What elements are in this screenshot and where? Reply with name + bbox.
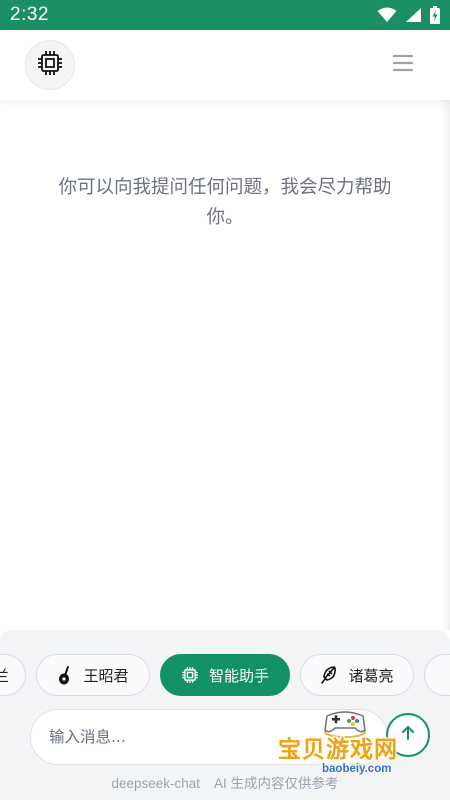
message-input[interactable]	[49, 728, 329, 746]
footer-note: deepseek-chat AI 生成内容仅供参考	[0, 772, 450, 792]
welcome-message: 你可以向我提问任何问题，我会尽力帮助你。	[58, 177, 392, 228]
ai-disclaimer: AI 生成内容仅供参考	[214, 776, 339, 791]
edge-shadow	[440, 100, 450, 630]
status-icons	[377, 6, 440, 24]
battery-charging-icon	[430, 6, 440, 24]
wifi-icon	[377, 7, 397, 23]
send-button[interactable]	[386, 713, 430, 757]
send-icon	[399, 724, 417, 746]
model-name: deepseek-chat	[111, 776, 201, 791]
character-chip-label: 王昭君	[83, 666, 129, 685]
app-header	[0, 30, 450, 100]
character-chip-zhugeliang[interactable]: 诸葛亮	[300, 654, 414, 696]
character-chip[interactable]	[424, 654, 450, 696]
cell-signal-icon	[405, 7, 422, 23]
pipa-icon	[57, 665, 73, 685]
chip-icon	[181, 666, 199, 684]
message-input-container	[30, 709, 388, 765]
character-chip-label: 兰	[0, 666, 9, 685]
character-selector[interactable]: 兰 王昭君 智能助手 诸葛亮	[0, 654, 450, 698]
character-chip-label: 智能助手	[208, 666, 269, 685]
character-chip-assistant[interactable]: 智能助手	[160, 654, 290, 696]
hamburger-menu-icon	[392, 54, 414, 76]
character-chip-label: 诸葛亮	[348, 666, 394, 685]
character-chip-wangzhaojun[interactable]: 王昭君	[36, 654, 150, 696]
menu-button[interactable]	[390, 52, 416, 78]
chip-icon	[36, 49, 64, 81]
status-time: 2:32	[10, 4, 49, 25]
character-chip[interactable]: 兰	[0, 654, 26, 696]
feather-fan-icon	[320, 665, 338, 685]
status-bar: 2:32	[0, 0, 450, 30]
app-logo	[25, 40, 75, 90]
